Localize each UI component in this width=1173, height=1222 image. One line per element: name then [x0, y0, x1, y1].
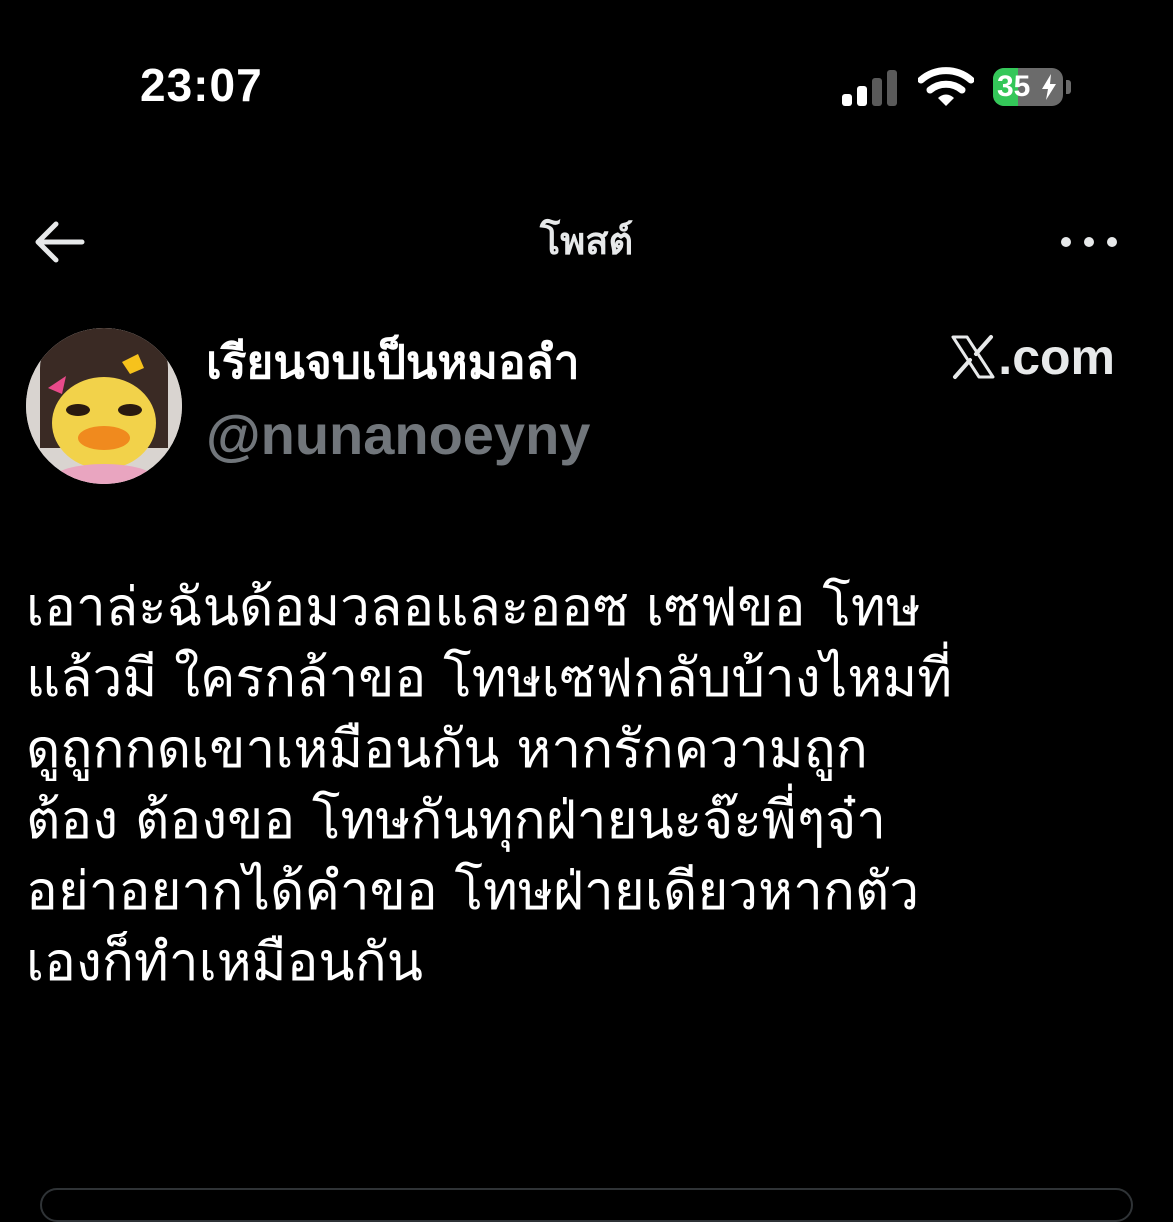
- signal-bar: [887, 70, 897, 106]
- cellular-signal-icon: [842, 70, 900, 106]
- avatar-image: [26, 328, 182, 484]
- avatar[interactable]: [26, 328, 182, 484]
- battery-icon: 35: [993, 68, 1063, 106]
- post-text: เอาล่ะฉันด้อมวลอและออซ เซฟขอ โทษ แล้วมี …: [26, 577, 953, 993]
- battery-cap: [1066, 80, 1071, 94]
- signal-bar: [872, 78, 882, 106]
- username[interactable]: @nunanoeyny: [206, 402, 590, 467]
- x-logo-icon: [951, 335, 995, 379]
- wifi-icon: [918, 67, 974, 106]
- charging-bolt-icon: [1042, 74, 1056, 100]
- signal-bar: [842, 94, 852, 106]
- status-bar: 23:07 35: [0, 0, 1173, 180]
- bottom-card-edge: [40, 1188, 1133, 1222]
- x-com-watermark: .com: [950, 328, 1115, 386]
- display-name[interactable]: เรียนจบเป็นหมอลำ: [206, 326, 580, 399]
- status-time: 23:07: [140, 59, 263, 111]
- more-horizontal-icon[interactable]: [1056, 224, 1122, 260]
- signal-bar: [857, 86, 867, 106]
- watermark-domain: .com: [998, 329, 1115, 385]
- page-title: โพสต์: [539, 219, 634, 263]
- battery-level: 35: [997, 70, 1031, 103]
